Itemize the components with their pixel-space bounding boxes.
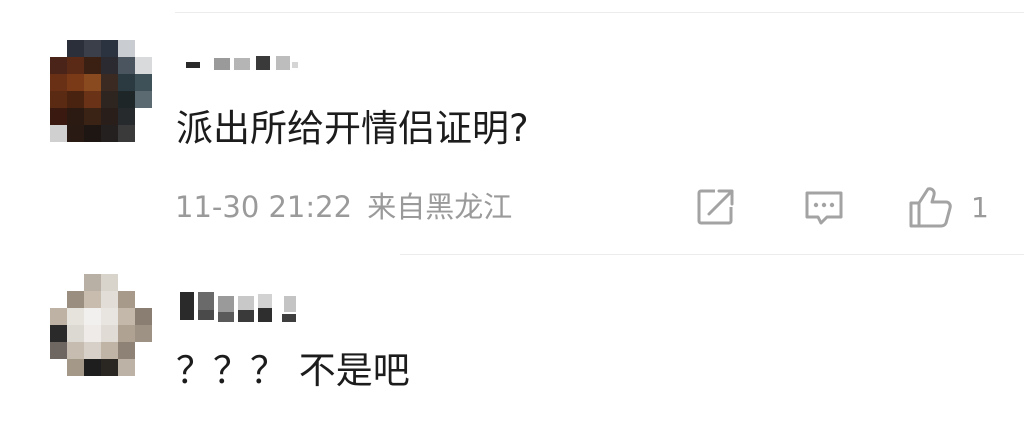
avatar[interactable] [50, 40, 152, 142]
divider-comments [400, 254, 1024, 255]
comment-time: 11-30 21:22 [175, 190, 353, 224]
reply-button[interactable] [803, 188, 845, 228]
share-button[interactable] [695, 187, 737, 227]
divider-top [175, 12, 1024, 13]
like-count: 1 [971, 191, 989, 224]
username-blurred[interactable] [180, 54, 310, 76]
avatar[interactable] [50, 274, 152, 376]
comment-text: ？？？ 不是吧 [176, 349, 410, 392]
comment-meta: 11-30 21:22 来自黑龙江 [175, 193, 512, 222]
like-button[interactable] [907, 184, 955, 230]
reply-icon [805, 191, 843, 225]
comment-text: 派出所给开情侣证明? [176, 107, 529, 150]
username-blurred[interactable] [176, 290, 326, 324]
like-icon [909, 187, 952, 228]
share-icon [697, 189, 734, 225]
comment-location: 来自黑龙江 [367, 190, 513, 224]
